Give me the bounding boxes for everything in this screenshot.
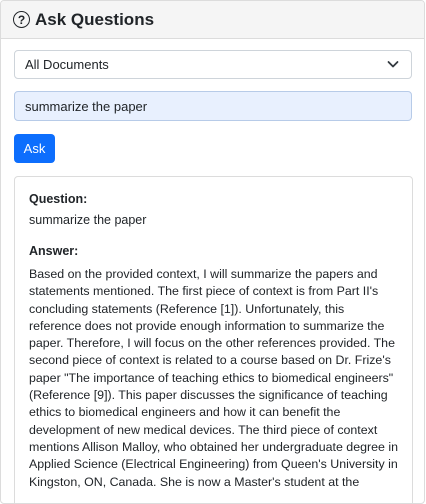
answer-text: Based on the provided context, I will su… <box>29 267 398 489</box>
answer-label: Answer: <box>29 244 79 258</box>
document-scope-select[interactable]: All Documents <box>14 50 412 79</box>
result-card: Question: summarize the paper Answer: Ba… <box>14 176 413 503</box>
question-text: summarize the paper <box>29 213 147 227</box>
question-circle-icon: ? <box>13 11 30 28</box>
panel-header: ? Ask Questions <box>1 1 424 39</box>
question-input[interactable] <box>14 91 412 121</box>
chevron-down-icon <box>387 61 399 68</box>
ask-button[interactable]: Ask <box>14 134 55 163</box>
ask-questions-panel: ? Ask Questions All Documents Ask Questi… <box>0 0 425 504</box>
panel-title: Ask Questions <box>35 9 155 29</box>
question-label: Question: <box>29 192 88 206</box>
document-scope-value: All Documents <box>25 57 109 72</box>
